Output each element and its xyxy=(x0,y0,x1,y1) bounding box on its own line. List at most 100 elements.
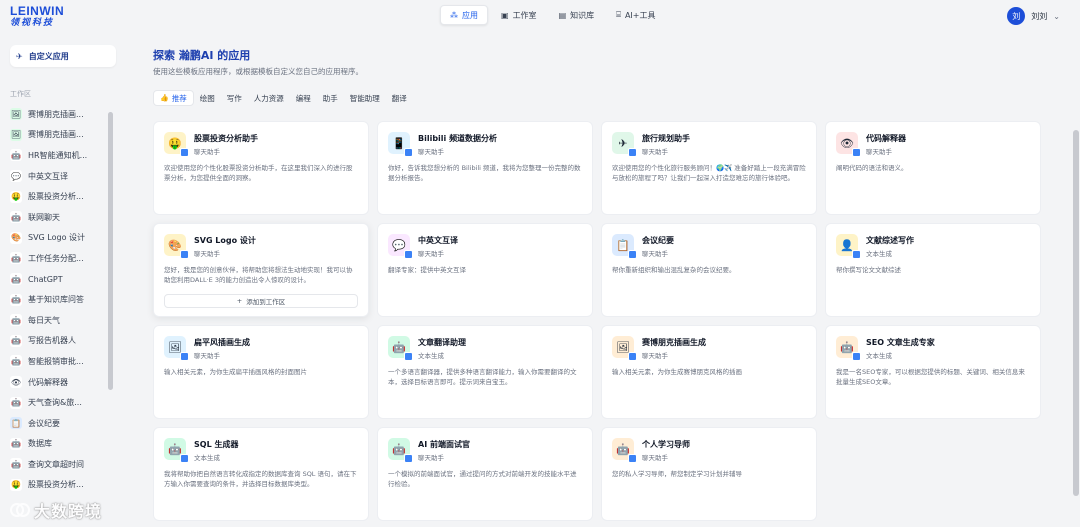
app-icon: 🤑 xyxy=(10,190,22,203)
card-header: 📱 Bilibili 频道数据分析 聊天助手 xyxy=(388,132,582,157)
card-type: 文本生成 xyxy=(418,352,444,360)
brand-logo[interactable]: LEINWIN 领视科技 xyxy=(10,5,64,28)
sidebar-scrollbar[interactable] xyxy=(108,112,113,390)
app-type-badge-icon xyxy=(628,352,637,361)
sidebar-item-label: 赛博朋克插画... xyxy=(28,130,84,140)
tab-3[interactable]: 人力资源 xyxy=(248,90,290,106)
sidebar-item[interactable]: 🤑 股票投资分析... xyxy=(10,186,106,207)
card-description: 一个模拟的前端面试官，通过提问的方式对前端开发的技能水平进行检验。 xyxy=(388,470,577,488)
sidebar-item[interactable]: 🤖 工作任务分配... xyxy=(10,248,106,269)
sidebar-item-label: 智能报销审批... xyxy=(28,356,84,366)
tab-4[interactable]: 编程 xyxy=(290,90,317,106)
sidebar-item[interactable]: 🤖 天气查询&旅... xyxy=(10,392,106,413)
sidebar-item[interactable]: 🤖 查询文章超时间 xyxy=(10,454,106,475)
sidebar-item[interactable]: 🤖 写报告机器人 xyxy=(10,331,106,352)
sidebar-item-label: 联网聊天 xyxy=(28,212,60,222)
card-title: SQL 生成器 xyxy=(194,440,239,449)
app-card[interactable]: 🤖 AI 前端面试官 聊天助手 一个模拟的前端面试官，通过提问的方式对前端开发的技能水… xyxy=(377,427,593,521)
card-header: 🤖 SQL 生成器 文本生成 xyxy=(164,438,358,463)
nav-item-0[interactable]: ⁂ 应用 xyxy=(440,5,488,25)
category-tabs: 👍 推荐 绘图 写作 人力资源 编程 助手 智能助理 翻译 xyxy=(153,90,413,106)
nav-item-1[interactable]: ▣ 工作室 xyxy=(492,5,546,25)
app-type-badge-icon xyxy=(404,148,413,157)
app-icon: 🖼 xyxy=(10,128,22,141)
card-description: 你好，告诉我您想分析的 Bilibili 频道，我将为您整理一份完整的数据分析报… xyxy=(388,164,581,182)
sidebar-item[interactable]: 🎨 SVG Logo 设计 xyxy=(10,228,106,249)
sidebar-item-label: 股票投资分析... xyxy=(28,480,84,490)
app-icon: 🤖 xyxy=(10,149,22,162)
nav-item-label: 知识库 xyxy=(570,10,595,20)
card-title-wrap: 文献综述写作 文本生成 xyxy=(866,234,914,258)
sidebar-item[interactable]: 💬 中英文互译 xyxy=(10,166,106,187)
app-card[interactable]: 🤖 SQL 生成器 文本生成 我将帮助你把自然语言转化成指定的数据库查询 SQL 语句… xyxy=(153,427,369,521)
app-icon: 🎨 xyxy=(10,231,22,244)
avatar[interactable]: 刘 xyxy=(1007,7,1026,25)
app-card[interactable]: 📱 Bilibili 频道数据分析 聊天助手你好，告诉我您想分析的 Bilibili… xyxy=(377,121,593,215)
add-to-workspace-button[interactable]: + 添加到工作区 xyxy=(164,294,358,308)
app-icon: 🤖 xyxy=(10,334,22,347)
app-card[interactable]: 🤖 SEO 文章生成专家 文本生成 我是一名SEO专家，可以根据您提供的标题、关键词、… xyxy=(825,325,1041,419)
app-card[interactable]: 🎨 SVG Logo 设计 聊天助手 您好，我是您的创意伙伴，将帮助您将想法生动地实现… xyxy=(153,223,369,317)
app-card[interactable]: 🖼 赛博朋克插画生成 聊天助手 输入相关元素，为你生成赛博朋克风格的插画 xyxy=(601,325,817,419)
card-header: 💬 中英文互译 聊天助手 xyxy=(388,234,582,259)
app-card[interactable]: 💬 中英文互译 聊天助手 翻译专家：提供中英文互译 xyxy=(377,223,593,317)
app-icon: 🤖 xyxy=(10,437,22,450)
workspace-label: 工作区 xyxy=(10,90,31,98)
sidebar-item[interactable]: 🖼 赛博朋克插画... xyxy=(10,104,106,125)
main-scrollbar[interactable] xyxy=(1073,130,1079,496)
card-title-wrap: 旅行规划助手 聊天助手 xyxy=(642,132,690,156)
main-nav: ⁂ 应用 ▣ 工作室 ▤ 知识库 ⌸ AI+工具 xyxy=(440,5,664,25)
nav-item-2[interactable]: ▤ 知识库 xyxy=(550,5,604,25)
app-card[interactable]: 🤖 个人学习导师 聊天助手 您的私人学习导师，帮您制定学习计划并辅导 xyxy=(601,427,817,521)
card-title: 文献综述写作 xyxy=(866,236,914,245)
card-header: 🤖 个人学习导师 聊天助手 xyxy=(612,438,806,463)
app-card[interactable]: 🖼 扁平风插画生成 聊天助手 输入相关元素，为你生成扁平插画风格的封面图片 xyxy=(153,325,369,419)
app-card[interactable]: 👁 代码解释器 聊天助手 阐明代码的语法和语义。 xyxy=(825,121,1041,215)
sidebar-item[interactable]: 📋 会议纪要 xyxy=(10,413,106,434)
sidebar-item[interactable]: 🤖 基于知识库问答 xyxy=(10,289,106,310)
tab-7[interactable]: 翻译 xyxy=(386,90,413,106)
sidebar-item-label: 会议纪要 xyxy=(28,418,60,428)
sidebar-item[interactable]: 🤖 ChatGPT xyxy=(10,269,106,290)
card-title: SVG Logo 设计 xyxy=(194,236,256,245)
app-icon: 👁 xyxy=(836,132,861,157)
sidebar-item[interactable]: 🤖 联网聊天 xyxy=(10,207,106,228)
card-title-wrap: Bilibili 频道数据分析 聊天助手 xyxy=(418,132,497,156)
knowledge-icon: ▤ xyxy=(558,10,567,20)
tab-5[interactable]: 助手 xyxy=(317,90,344,106)
card-title: 股票投资分析助手 xyxy=(194,134,258,143)
sidebar-item[interactable]: 🤖 HR智能通知机... xyxy=(10,145,106,166)
sidebar-item[interactable]: 🖼 赛博朋克插画... xyxy=(10,125,106,146)
sidebar-item[interactable]: 🤖 每日天气 xyxy=(10,310,106,331)
app-icon: 📱 xyxy=(388,132,413,157)
card-title: 个人学习导师 xyxy=(642,440,690,449)
tab-6[interactable]: 智能助理 xyxy=(344,90,386,106)
sidebar-item[interactable]: 👁 代码解释器 xyxy=(10,372,106,393)
nav-item-3[interactable]: ⌸ AI+工具 xyxy=(607,5,664,25)
nav-item-label: AI+工具 xyxy=(624,10,656,20)
top-bar: LEINWIN 领视科技 ⁂ 应用 ▣ 工作室 ▤ 知识库 ⌸ AI+工具 刘 刘刘 ⌄ xyxy=(0,0,1080,34)
card-description: 一个多语言翻译器，提供多种语言翻译能力，输入你需要翻译的文本，选择目标语言即可。… xyxy=(388,368,577,386)
app-type-badge-icon xyxy=(852,250,861,259)
card-header: 🎨 SVG Logo 设计 聊天助手 xyxy=(164,234,358,259)
tab-2[interactable]: 写作 xyxy=(221,90,248,106)
brand-name-cn: 领视科技 xyxy=(10,17,55,27)
sidebar-item-label: HR智能通知机... xyxy=(28,150,88,160)
app-card[interactable]: 📋 会议纪要 聊天助手 帮你重新组织和输出混乱复杂的会议纪要。 xyxy=(601,223,817,317)
tab-1[interactable]: 绘图 xyxy=(194,90,221,106)
telescope-icon: ✈ xyxy=(16,51,23,61)
sidebar-item[interactable]: 🤖 智能报销审批... xyxy=(10,351,106,372)
sidebar-item[interactable]: 🤑 股票投资分析... xyxy=(10,475,106,496)
app-card[interactable]: 🤑 股票投资分析助手 聊天助手 欢迎使用您的个性化股票投资分析助手，在这里我们深入的进… xyxy=(153,121,369,215)
card-title-wrap: SQL 生成器 文本生成 xyxy=(194,438,238,462)
card-title: SEO 文章生成专家 xyxy=(866,338,935,347)
app-card[interactable]: 👤 文献综述写作 文本生成 帮你撰写论文文献综述 xyxy=(825,223,1041,317)
card-type: 聊天助手 xyxy=(642,352,668,360)
app-card[interactable]: ✈ 旅行规划助手 聊天助手 欢迎使用您的个性化旅行服务顾问！🌍✈️ 准备好踏上一段充满… xyxy=(601,121,817,215)
user-menu[interactable]: 刘 刘刘 ⌄ xyxy=(1007,7,1060,25)
sidebar-item[interactable]: 🤖 数据库 xyxy=(10,434,106,455)
tab-0[interactable]: 👍 推荐 xyxy=(153,90,194,106)
app-card[interactable]: 🤖 文章翻译助理 文本生成 一个多语言翻译器，提供多种语言翻译能力，输入你需要翻译的文… xyxy=(377,325,593,419)
custom-app-button[interactable]: ✈ 自定义应用 xyxy=(10,45,116,67)
card-description: 阐明代码的语法和语义。 xyxy=(836,164,908,172)
